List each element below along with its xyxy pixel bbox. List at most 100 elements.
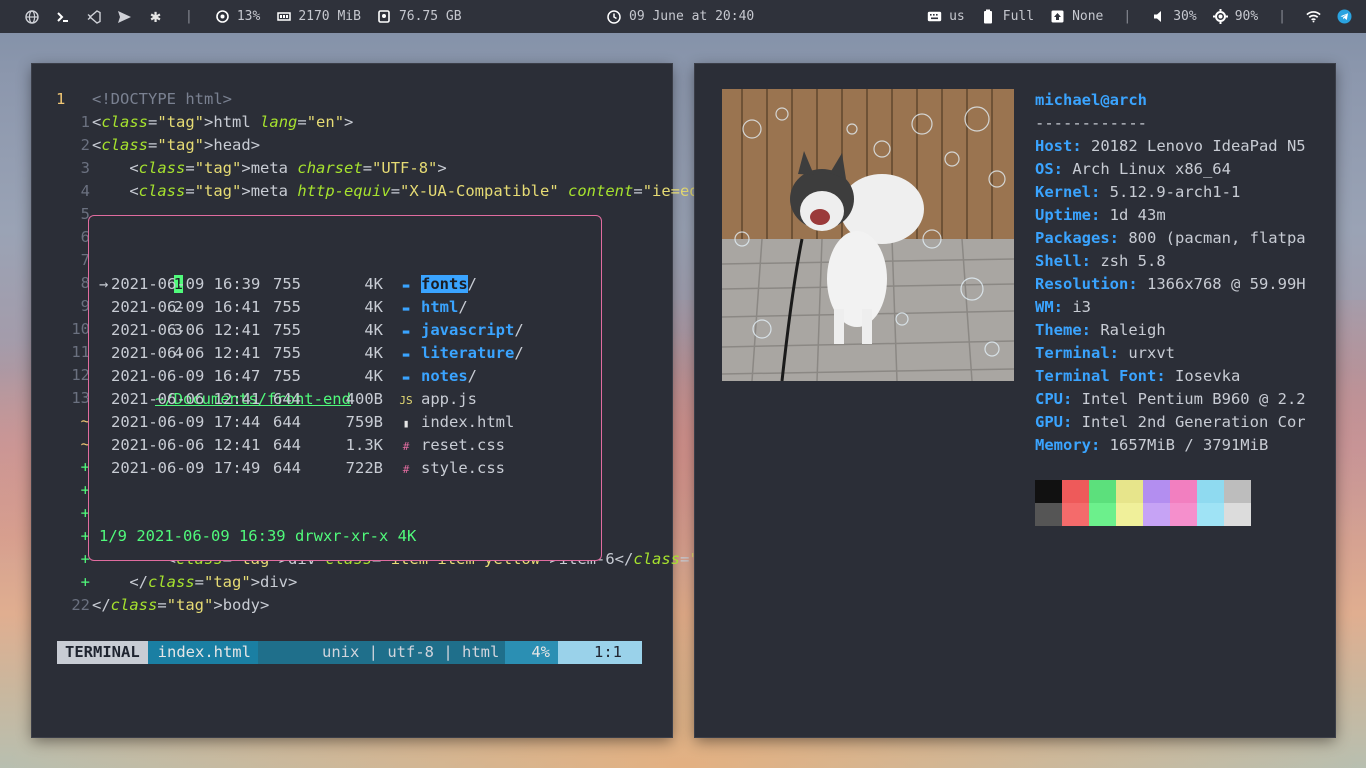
- editor-line[interactable]: ~: [52, 410, 92, 433]
- editor-line[interactable]: 22 </class="tag">body>: [52, 594, 269, 617]
- memory-icon: [276, 9, 291, 24]
- editor-line[interactable]: ~: [52, 433, 92, 456]
- vscode-icon[interactable]: [86, 9, 101, 24]
- color-swatch: [1170, 480, 1197, 503]
- nf-value: 800 (pacman, flatpa: [1119, 229, 1306, 247]
- telegram-icon[interactable]: [1337, 9, 1352, 24]
- lf-entry[interactable]: 2021-06-06 12:41 644 400B JS app.js: [99, 388, 477, 411]
- lf-entry[interactable]: 2021-06-09 17:44 644 759B ▮ index.html: [99, 411, 514, 434]
- editor-line[interactable]: 11: [52, 341, 92, 364]
- cursor-gap: [99, 342, 111, 365]
- lf-entry[interactable]: → 2021-06-09 16:39 755 4K ▬ fonts/: [99, 273, 477, 296]
- editor-line[interactable]: 2 <class="tag">head>: [52, 134, 260, 157]
- lf-entry[interactable]: 2021-06-06 12:41 755 4K ▬ literature/: [99, 342, 524, 365]
- tray-left: ✱ | 13% 2170 MiB 76.75 GB: [24, 0, 462, 33]
- terminal-icon[interactable]: [55, 9, 70, 24]
- editor-line[interactable]: 3 <class="tag">meta charset="UTF-8">: [52, 157, 447, 180]
- nf-value: urxvt: [1119, 344, 1175, 362]
- entry-size: 759B: [345, 413, 383, 431]
- disk-icon: [377, 9, 392, 24]
- terminal-window-neofetch[interactable]: michael@arch ------------ Host: 20182 Le…: [695, 64, 1335, 737]
- entry-date: 2021-06-06 12:41: [111, 436, 261, 454]
- editor-line[interactable]: +: [52, 525, 92, 548]
- css-icon: #: [402, 463, 410, 476]
- status-format: unix: [322, 643, 360, 661]
- nf-field: WM: i3: [1035, 296, 1306, 319]
- battery-widget[interactable]: Full: [981, 9, 1034, 24]
- editor-line[interactable]: 4 <class="tag">meta http-equiv="X-UA-Com…: [52, 180, 736, 203]
- nf-value: Intel Pentium B960 @ 2.2: [1072, 390, 1306, 408]
- cpu-value: 13%: [236, 9, 261, 24]
- nf-field: GPU: Intel 2nd Generation Cor: [1035, 411, 1306, 434]
- editor-line[interactable]: +: [52, 502, 92, 525]
- send-icon[interactable]: [117, 9, 132, 24]
- lf-entry[interactable]: 2021-06-06 12:41 644 1.3K # reset.css: [99, 434, 505, 457]
- lf-entry[interactable]: 2021-06-09 16:41 755 4K ▬ html/: [99, 296, 468, 319]
- nf-key: Terminal:: [1035, 344, 1119, 362]
- cursor-gap: [99, 365, 111, 388]
- status-filename: index.html: [147, 641, 258, 664]
- nf-field: Shell: zsh 5.8: [1035, 250, 1306, 273]
- editor-line[interactable]: 12: [52, 364, 92, 387]
- editor-line[interactable]: 1 <!DOCTYPE html>: [52, 88, 232, 111]
- editor-line[interactable]: 9: [52, 295, 92, 318]
- line-number: 9: [80, 297, 90, 315]
- color-swatch: [1089, 480, 1116, 503]
- editor-line[interactable]: +: [52, 479, 92, 502]
- editor-line[interactable]: 7: [52, 249, 92, 272]
- entry-size: 722B: [345, 459, 383, 477]
- line-number: +: [80, 527, 90, 545]
- nf-underline: ------------: [1035, 114, 1147, 132]
- terminal-window-editor[interactable]: 1 <!DOCTYPE html> 1 <class="tag">html lang=…: [32, 64, 783, 737]
- entry-perm: 755: [273, 275, 301, 293]
- editor-line[interactable]: 8: [52, 272, 92, 295]
- html-file-icon: ▮: [402, 417, 410, 430]
- color-swatch: [1224, 480, 1251, 503]
- color-swatch: [1170, 503, 1197, 526]
- line-number: ~: [80, 435, 90, 453]
- keyboard-icon: [927, 9, 942, 24]
- volume-value: 30%: [1173, 9, 1197, 24]
- entry-size: 4K: [364, 298, 383, 316]
- lf-entry[interactable]: 2021-06-09 17:49 644 722B # style.css: [99, 457, 505, 480]
- asterisk-icon[interactable]: ✱: [148, 6, 163, 27]
- lf-entry[interactable]: 2021-06-09 16:47 755 4K ▬ notes/: [99, 365, 477, 388]
- wifi-icon[interactable]: [1306, 9, 1321, 24]
- entry-date: 2021-06-06 12:41: [111, 344, 261, 362]
- editor-line[interactable]: 1 <class="tag">html lang="en">: [52, 111, 354, 134]
- editor-line[interactable]: 6: [52, 226, 92, 249]
- editor-line[interactable]: +: [52, 456, 92, 479]
- clock-widget[interactable]: 09 June at 20:40: [606, 0, 754, 33]
- brightness-widget[interactable]: 90%: [1212, 9, 1258, 24]
- husky-photo: [722, 89, 1014, 381]
- editor-line[interactable]: + </class="tag">div>: [52, 571, 298, 594]
- nf-value: 1657MiB / 3791MiB: [1100, 436, 1269, 454]
- editor-line[interactable]: 5: [52, 203, 92, 226]
- entry-name: index.html: [421, 413, 515, 431]
- globe-icon[interactable]: [24, 9, 39, 24]
- nf-key: Uptime:: [1035, 206, 1101, 224]
- entry-name: style.css: [421, 459, 505, 477]
- keyboard-layout: us: [949, 9, 965, 24]
- divider: |: [185, 9, 193, 24]
- volume-icon: [1151, 9, 1166, 24]
- lf-header: 1 2 3 4 ~/Documents/front-end: [99, 227, 351, 408]
- editor-line[interactable]: 10: [52, 318, 92, 341]
- folder-icon: ▬: [402, 302, 410, 315]
- volume-widget[interactable]: 30%: [1151, 9, 1197, 24]
- divider: |: [1278, 9, 1286, 24]
- lf-entry[interactable]: 2021-06-06 12:41 755 4K ▬ javascript/: [99, 319, 524, 342]
- entry-size: 400B: [345, 390, 383, 408]
- cursor-gap: [99, 411, 111, 434]
- line-number: 22: [71, 596, 90, 614]
- power-profile-widget[interactable]: None: [1050, 9, 1103, 24]
- entry-name: fonts/: [421, 275, 478, 293]
- keyboard-widget[interactable]: us: [927, 9, 965, 24]
- lf-file-manager[interactable]: 1 2 3 4 ~/Documents/front-end → 2021-06-0…: [88, 215, 602, 561]
- cursor-gap: [99, 388, 111, 411]
- css-icon: #: [402, 440, 410, 453]
- line-number: 8: [80, 274, 90, 292]
- nf-value: Arch Linux x86_64: [1063, 160, 1231, 178]
- editor-line[interactable]: 13: [52, 387, 92, 410]
- battery-status: Full: [1002, 9, 1035, 24]
